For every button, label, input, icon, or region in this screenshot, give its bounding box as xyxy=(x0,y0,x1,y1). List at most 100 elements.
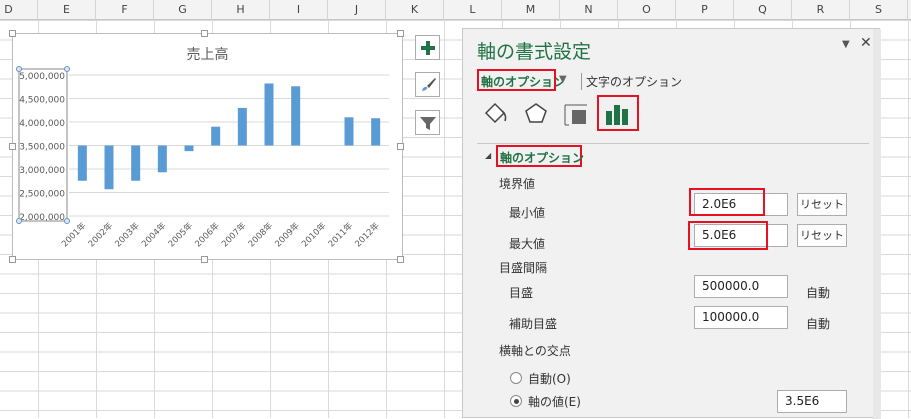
resize-handle[interactable] xyxy=(397,143,404,150)
column-header[interactable]: R xyxy=(792,0,850,20)
cross-label: 横軸との交点 xyxy=(499,344,571,358)
chart-plot: 5,000,000 4,500,000 4,000,000 3,500,000 3,00… xyxy=(16,66,389,249)
column-header[interactable]: I xyxy=(270,0,328,20)
column-header[interactable]: O xyxy=(618,0,676,20)
major-label: 目盛 xyxy=(509,286,534,300)
resize-handle[interactable] xyxy=(201,30,208,37)
bar xyxy=(344,117,354,146)
bar xyxy=(371,118,381,146)
selection-handle xyxy=(64,218,70,224)
column-header[interactable]: H xyxy=(212,0,270,20)
cross-value-input[interactable]: 3.5E6 xyxy=(777,390,847,413)
bar-chart-icon[interactable] xyxy=(605,103,631,125)
column-header[interactable]: L xyxy=(444,0,502,20)
x-tick-label: 2001年 xyxy=(59,220,88,249)
major-unit-input[interactable]: 500000.0 xyxy=(694,275,788,298)
x-tick-label: 2012年 xyxy=(353,220,382,249)
format-axis-pane: 軸の書式設定 ▼ ✕ 軸のオプション ▼ 文字のオプション ◢ 軸のオプション … xyxy=(462,28,881,419)
chart-filters-button[interactable] xyxy=(415,110,440,135)
resize-handle[interactable] xyxy=(201,256,208,263)
min-reset-button[interactable]: リセット xyxy=(797,193,847,216)
chart-elements-button[interactable] xyxy=(415,35,440,60)
filter-icon xyxy=(419,116,436,130)
column-header[interactable]: K xyxy=(386,0,444,20)
tab-text-options[interactable]: 文字のオプション xyxy=(586,73,682,90)
cross-value-radio[interactable] xyxy=(510,395,522,407)
cross-value-label[interactable]: 軸の値(E) xyxy=(528,393,581,410)
selection-handle xyxy=(64,66,70,72)
column-headers: DEFGHIJKLMNOPQRS xyxy=(0,0,911,20)
collapse-triangle-icon[interactable]: ◢ xyxy=(485,151,491,160)
bar xyxy=(211,126,221,146)
chart-styles-button[interactable] xyxy=(415,72,440,97)
pane-options-icon[interactable]: ▼ xyxy=(842,39,850,50)
bounds-label: 境界値 xyxy=(499,177,536,191)
minor-auto-label: 自動 xyxy=(806,317,831,331)
bar xyxy=(77,145,87,181)
minor-unit-input[interactable]: 100000.0 xyxy=(694,306,788,329)
size-properties-icon[interactable] xyxy=(563,101,589,127)
column-header[interactable]: F xyxy=(96,0,154,20)
y-tick-label: 3,000,000 xyxy=(19,166,65,176)
y-tick-label: 3,500,000 xyxy=(19,143,65,153)
max-reset-button[interactable]: リセット xyxy=(797,224,847,247)
bar xyxy=(184,145,194,152)
x-tick-label: 2009年 xyxy=(273,220,302,249)
x-tick-label: 2004年 xyxy=(139,220,168,249)
resize-handle[interactable] xyxy=(397,256,404,263)
bar xyxy=(237,107,247,146)
minor-label: 補助目盛 xyxy=(509,317,558,331)
resize-handle[interactable] xyxy=(9,143,16,150)
bar xyxy=(264,83,274,146)
column-header[interactable]: P xyxy=(676,0,734,20)
column-header[interactable]: Q xyxy=(734,0,792,20)
x-tick-label: 2003年 xyxy=(113,220,142,249)
section-axis-options[interactable]: 軸のオプション xyxy=(500,149,584,166)
fill-line-icon[interactable] xyxy=(483,101,509,127)
x-tick-label: 2006年 xyxy=(193,220,222,249)
max-label: 最大値 xyxy=(509,237,546,251)
min-label: 最小値 xyxy=(509,206,546,220)
column-header[interactable]: M xyxy=(502,0,560,20)
pane-scrollbar[interactable] xyxy=(873,29,881,419)
x-tick-label: 2008年 xyxy=(246,220,275,249)
column-header[interactable]: D xyxy=(0,0,38,20)
x-tick-label: 2005年 xyxy=(166,220,195,249)
y-tick-label: 4,500,000 xyxy=(19,96,65,106)
units-label: 目盛間隔 xyxy=(499,261,548,275)
major-auto-label: 自動 xyxy=(806,286,831,300)
column-header[interactable]: S xyxy=(850,0,908,20)
highlight-box xyxy=(477,69,556,91)
column-header[interactable]: J xyxy=(328,0,386,20)
brush-icon xyxy=(421,77,436,91)
column-header[interactable]: N xyxy=(560,0,618,20)
plus-icon xyxy=(420,40,435,55)
close-icon[interactable]: ✕ xyxy=(860,35,872,51)
column-header[interactable]: G xyxy=(154,0,212,20)
bar xyxy=(157,145,167,173)
bar xyxy=(104,145,114,190)
highlight-box xyxy=(688,221,768,250)
chevron-down-icon[interactable]: ▼ xyxy=(559,74,567,85)
highlight-box xyxy=(689,188,765,216)
effects-icon[interactable] xyxy=(523,101,549,127)
y-tick-label: 2,500,000 xyxy=(19,190,65,200)
resize-handle[interactable] xyxy=(9,256,16,263)
selection-handle xyxy=(16,218,22,224)
bar xyxy=(131,145,141,181)
bar xyxy=(291,86,301,146)
selection-handle xyxy=(16,66,22,72)
x-tick-label: 2011年 xyxy=(326,220,355,249)
x-tick-label: 2007年 xyxy=(219,220,248,249)
pane-title: 軸の書式設定 xyxy=(477,41,592,63)
chart[interactable]: 売上高 5,000,000 4,500,000 4,000,000 3,500,000… xyxy=(12,33,403,260)
column-header[interactable]: E xyxy=(38,0,96,20)
y-tick-label: 5,000,000 xyxy=(19,72,65,82)
resize-handle[interactable] xyxy=(9,30,16,37)
cross-auto-label[interactable]: 自動(O) xyxy=(528,370,571,387)
x-tick-label: 2002年 xyxy=(86,220,115,249)
x-tick-label: 2010年 xyxy=(299,220,328,249)
resize-handle[interactable] xyxy=(397,30,404,37)
y-tick-label: 4,000,000 xyxy=(19,119,65,129)
cross-auto-radio[interactable] xyxy=(510,372,522,384)
